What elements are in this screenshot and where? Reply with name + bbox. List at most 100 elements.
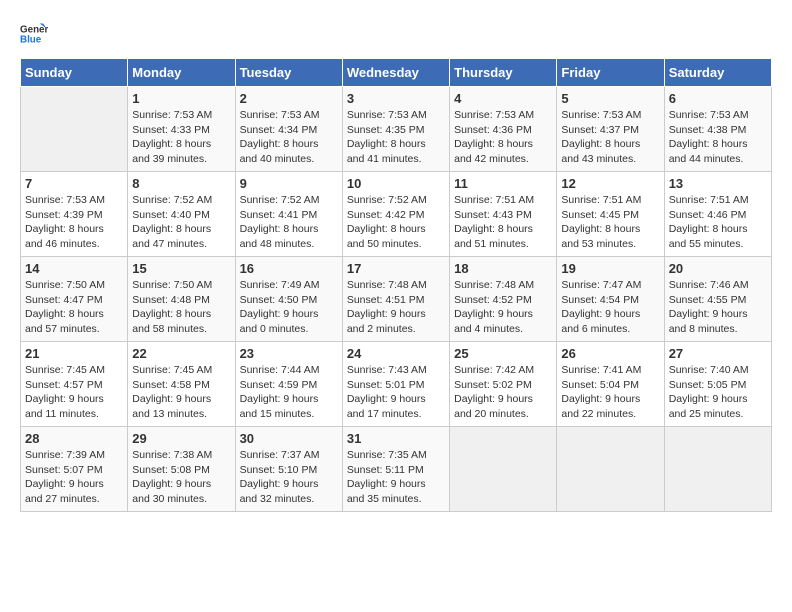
day-number: 10 (347, 176, 445, 191)
calendar-week-row: 21Sunrise: 7:45 AMSunset: 4:57 PMDayligh… (21, 342, 772, 427)
calendar-cell: 13 Sunrise: 7:51 AMSunset: 4:46 PMDayligh… (664, 172, 771, 257)
calendar-cell: 9 Sunrise: 7:52 AMSunset: 4:41 PMDaylight… (235, 172, 342, 257)
day-number: 5 (561, 91, 659, 106)
calendar-table: SundayMondayTuesdayWednesdayThursdayFrid… (20, 58, 772, 512)
day-number: 4 (454, 91, 552, 106)
calendar-cell: 31Sunrise: 7:35 AMSunset: 5:11 PMDayligh… (342, 427, 449, 512)
day-number: 6 (669, 91, 767, 106)
day-number: 15 (132, 261, 230, 276)
day-number: 1 (132, 91, 230, 106)
calendar-cell: 11Sunrise: 7:51 AMSunset: 4:43 PMDayligh… (450, 172, 557, 257)
calendar-cell: 29 Sunrise: 7:38 AMSunset: 5:08 PMDayligh… (128, 427, 235, 512)
calendar-cell: 28 Sunrise: 7:39 AMSunset: 5:07 PMDayligh… (21, 427, 128, 512)
calendar-cell: 22 Sunrise: 7:45 AMSunset: 4:58 PMDayligh… (128, 342, 235, 427)
calendar-cell: 23 Sunrise: 7:44 AMSunset: 4:59 PMDayligh… (235, 342, 342, 427)
calendar-cell: 18 Sunrise: 7:48 AMSunset: 4:52 PMDayligh… (450, 257, 557, 342)
day-info: Sunrise: 7:43 AMSunset: 5:01 PMDaylight:… (347, 363, 445, 422)
calendar-cell: 5Sunrise: 7:53 AMSunset: 4:37 PMDaylight… (557, 87, 664, 172)
calendar-cell (664, 427, 771, 512)
calendar-cell: 26 Sunrise: 7:41 AMSunset: 5:04 PMDayligh… (557, 342, 664, 427)
day-number: 25 (454, 346, 552, 361)
calendar-cell: 27Sunrise: 7:40 AMSunset: 5:05 PMDayligh… (664, 342, 771, 427)
calendar-cell: 6 Sunrise: 7:53 AMSunset: 4:38 PMDaylight… (664, 87, 771, 172)
day-info: Sunrise: 7:47 AMSunset: 4:54 PMDaylight:… (561, 278, 659, 337)
calendar-week-row: 7 Sunrise: 7:53 AMSunset: 4:39 PMDaylight… (21, 172, 772, 257)
calendar-header-row: SundayMondayTuesdayWednesdayThursdayFrid… (21, 59, 772, 87)
day-info: Sunrise: 7:41 AMSunset: 5:04 PMDaylight:… (561, 363, 659, 422)
day-number: 26 (561, 346, 659, 361)
day-info: Sunrise: 7:38 AMSunset: 5:08 PMDaylight:… (132, 448, 230, 507)
day-info: Sunrise: 7:52 AMSunset: 4:42 PMDaylight:… (347, 193, 445, 252)
day-info: Sunrise: 7:53 AMSunset: 4:38 PMDaylight:… (669, 108, 767, 167)
day-number: 2 (240, 91, 338, 106)
calendar-cell (21, 87, 128, 172)
day-info: Sunrise: 7:44 AMSunset: 4:59 PMDaylight:… (240, 363, 338, 422)
day-number: 16 (240, 261, 338, 276)
calendar-cell: 14 Sunrise: 7:50 AMSunset: 4:47 PMDayligh… (21, 257, 128, 342)
day-info: Sunrise: 7:52 AMSunset: 4:41 PMDaylight:… (240, 193, 338, 252)
calendar-week-row: 28 Sunrise: 7:39 AMSunset: 5:07 PMDayligh… (21, 427, 772, 512)
calendar-cell: 12Sunrise: 7:51 AMSunset: 4:45 PMDayligh… (557, 172, 664, 257)
calendar-cell: 8 Sunrise: 7:52 AMSunset: 4:40 PMDaylight… (128, 172, 235, 257)
calendar-cell: 30 Sunrise: 7:37 AMSunset: 5:10 PMDayligh… (235, 427, 342, 512)
day-info: Sunrise: 7:45 AMSunset: 4:58 PMDaylight:… (132, 363, 230, 422)
day-header-thursday: Thursday (450, 59, 557, 87)
calendar-cell: 20Sunrise: 7:46 AMSunset: 4:55 PMDayligh… (664, 257, 771, 342)
calendar-cell (450, 427, 557, 512)
day-number: 21 (25, 346, 123, 361)
svg-text:Blue: Blue (20, 34, 42, 45)
day-number: 28 (25, 431, 123, 446)
day-info: Sunrise: 7:42 AMSunset: 5:02 PMDaylight:… (454, 363, 552, 422)
day-info: Sunrise: 7:53 AMSunset: 4:36 PMDaylight:… (454, 108, 552, 167)
day-info: Sunrise: 7:51 AMSunset: 4:46 PMDaylight:… (669, 193, 767, 252)
calendar-cell (557, 427, 664, 512)
day-info: Sunrise: 7:53 AMSunset: 4:33 PMDaylight:… (132, 108, 230, 167)
calendar-cell: 25 Sunrise: 7:42 AMSunset: 5:02 PMDayligh… (450, 342, 557, 427)
day-number: 14 (25, 261, 123, 276)
calendar-cell: 17 Sunrise: 7:48 AMSunset: 4:51 PMDayligh… (342, 257, 449, 342)
logo: General Blue (20, 20, 52, 48)
day-number: 19 (561, 261, 659, 276)
day-number: 17 (347, 261, 445, 276)
calendar-cell: 10 Sunrise: 7:52 AMSunset: 4:42 PMDayligh… (342, 172, 449, 257)
day-info: Sunrise: 7:48 AMSunset: 4:52 PMDaylight:… (454, 278, 552, 337)
day-info: Sunrise: 7:51 AMSunset: 4:43 PMDaylight:… (454, 193, 552, 252)
day-number: 18 (454, 261, 552, 276)
day-header-monday: Monday (128, 59, 235, 87)
calendar-cell: 21Sunrise: 7:45 AMSunset: 4:57 PMDayligh… (21, 342, 128, 427)
day-info: Sunrise: 7:52 AMSunset: 4:40 PMDaylight:… (132, 193, 230, 252)
calendar-cell: 1 Sunrise: 7:53 AMSunset: 4:33 PMDaylight… (128, 87, 235, 172)
day-number: 29 (132, 431, 230, 446)
day-number: 30 (240, 431, 338, 446)
day-info: Sunrise: 7:53 AMSunset: 4:39 PMDaylight:… (25, 193, 123, 252)
day-number: 13 (669, 176, 767, 191)
day-number: 23 (240, 346, 338, 361)
day-header-tuesday: Tuesday (235, 59, 342, 87)
day-header-sunday: Sunday (21, 59, 128, 87)
calendar-cell: 16Sunrise: 7:49 AMSunset: 4:50 PMDayligh… (235, 257, 342, 342)
day-number: 24 (347, 346, 445, 361)
day-number: 12 (561, 176, 659, 191)
day-info: Sunrise: 7:53 AMSunset: 4:35 PMDaylight:… (347, 108, 445, 167)
calendar-week-row: 14 Sunrise: 7:50 AMSunset: 4:47 PMDayligh… (21, 257, 772, 342)
calendar-cell: 4 Sunrise: 7:53 AMSunset: 4:36 PMDaylight… (450, 87, 557, 172)
day-info: Sunrise: 7:48 AMSunset: 4:51 PMDaylight:… (347, 278, 445, 337)
calendar-cell: 24 Sunrise: 7:43 AMSunset: 5:01 PMDayligh… (342, 342, 449, 427)
day-info: Sunrise: 7:50 AMSunset: 4:47 PMDaylight:… (25, 278, 123, 337)
page-header: General Blue (20, 20, 772, 48)
day-number: 9 (240, 176, 338, 191)
day-number: 7 (25, 176, 123, 191)
day-number: 22 (132, 346, 230, 361)
day-number: 3 (347, 91, 445, 106)
calendar-cell: 19 Sunrise: 7:47 AMSunset: 4:54 PMDayligh… (557, 257, 664, 342)
day-info: Sunrise: 7:37 AMSunset: 5:10 PMDaylight:… (240, 448, 338, 507)
day-number: 8 (132, 176, 230, 191)
day-info: Sunrise: 7:35 AMSunset: 5:11 PMDaylight:… (347, 448, 445, 507)
calendar-cell: 15Sunrise: 7:50 AMSunset: 4:48 PMDayligh… (128, 257, 235, 342)
calendar-week-row: 1 Sunrise: 7:53 AMSunset: 4:33 PMDaylight… (21, 87, 772, 172)
logo-icon: General Blue (20, 20, 48, 48)
day-info: Sunrise: 7:46 AMSunset: 4:55 PMDaylight:… (669, 278, 767, 337)
day-header-wednesday: Wednesday (342, 59, 449, 87)
calendar-cell: 2Sunrise: 7:53 AMSunset: 4:34 PMDaylight… (235, 87, 342, 172)
day-info: Sunrise: 7:39 AMSunset: 5:07 PMDaylight:… (25, 448, 123, 507)
